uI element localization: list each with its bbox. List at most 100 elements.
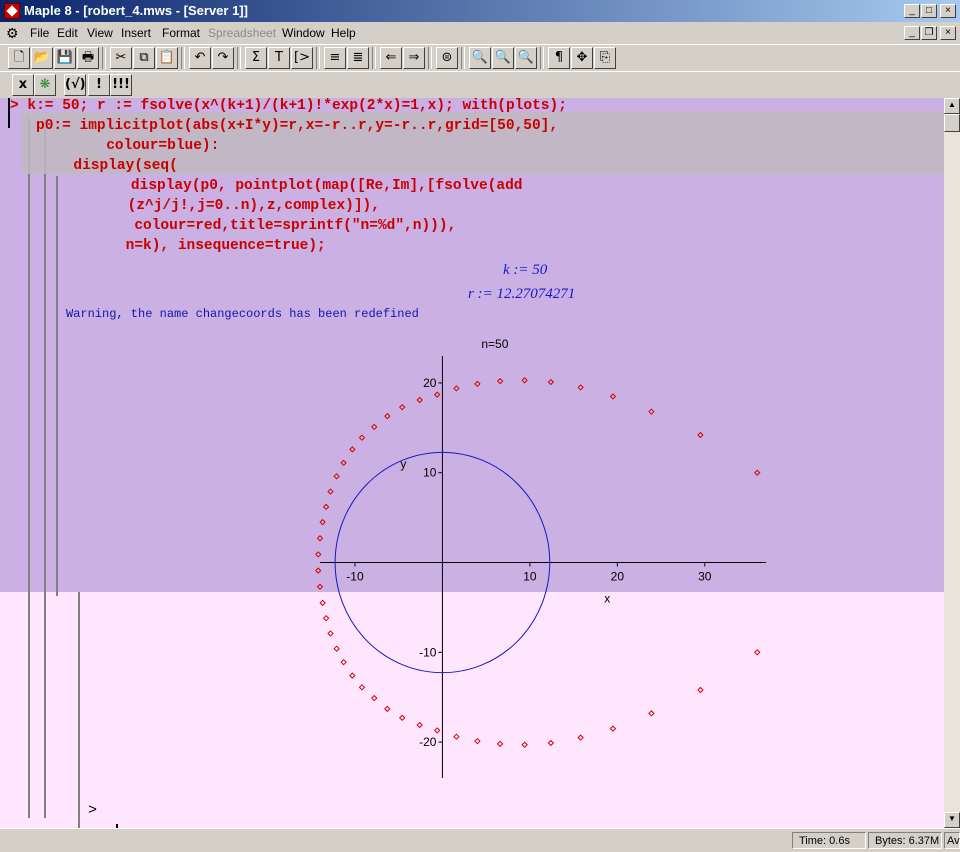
menu-insert[interactable]: Insert [121,26,151,40]
root-point [697,686,704,694]
close-button[interactable]: × [940,4,956,18]
root-point [416,721,423,729]
root-point [648,408,655,415]
title-bar: Maple 8 - [robert_4.mws - [Server 1]] _ … [0,0,960,22]
maple-app-icon[interactable] [4,3,20,19]
y-axis-label: y [400,457,406,471]
input-line-1[interactable]: > k:= 50; r := fsolve(x^(k+1)/(k+1)!*exp… [10,98,567,114]
scroll-up-button[interactable]: ▲ [944,98,960,114]
input-line-7[interactable]: colour=red,title=sprintf("n=%d",n))), [56,218,456,234]
menu-file[interactable]: File [30,26,49,40]
stop-icon[interactable]: ⊜ [436,47,458,69]
root-point [398,403,406,411]
menu-help[interactable]: Help [331,26,356,40]
input-line-8[interactable]: n=k), insequence=true); [56,238,326,254]
sum-icon[interactable]: Σ [245,47,267,69]
group-bracket-outer [28,118,30,818]
doc-minimize-button[interactable]: _ [904,26,920,40]
execute-all-icon[interactable]: !!! [110,74,132,96]
root-point [384,412,391,420]
root-point [319,518,326,526]
maple-leaf-icon[interactable]: ❋ [34,74,56,96]
x-tick-label: 20 [611,570,625,584]
zoom-200-icon[interactable]: 🔍 [515,47,537,69]
prompt-icon[interactable]: [> [291,47,313,69]
expand-icon[interactable]: ✥ [571,47,593,69]
document-icon[interactable]: ⚙ [6,25,22,41]
math-x-icon[interactable]: x [12,74,34,96]
bottom-prompt[interactable]: > [88,802,97,819]
menu-format[interactable]: Format [162,26,200,40]
root-point [453,385,460,392]
maximize-button[interactable]: □ [921,4,937,18]
pilcrow-icon[interactable]: ¶ [548,47,570,69]
x-tick-label: 30 [698,570,712,584]
y-tick-label: 20 [423,376,437,390]
input-line-3[interactable]: colour=blue): [54,138,219,154]
root-point [521,741,528,748]
check-syntax-icon[interactable]: (√) [64,74,86,96]
doc-close-button[interactable]: × [940,26,956,40]
scroll-thumb[interactable] [944,114,960,132]
back-icon[interactable]: ⇐ [380,47,402,69]
root-point [697,431,704,439]
menu-edit[interactable]: Edit [57,26,78,40]
root-point [496,740,504,748]
x-tick-label: 10 [523,570,537,584]
menu-view[interactable]: View [87,26,113,40]
forward-icon[interactable]: ⇒ [403,47,425,69]
text-icon[interactable]: T [268,47,290,69]
outdent-icon[interactable]: ≣ [347,47,369,69]
root-point [315,567,322,574]
restart-icon[interactable]: ⎘ [594,47,616,69]
vertical-scrollbar[interactable]: ▲ ▼ [944,98,960,828]
root-point [371,694,378,702]
redo-icon[interactable]: ↷ [212,47,234,69]
menu-window[interactable]: Window [282,26,325,40]
root-point [474,380,481,388]
scroll-down-button[interactable]: ▼ [944,812,960,828]
group-bracket-lower [78,592,80,828]
toolbar-separator [102,47,106,69]
doc-restore-button[interactable]: ❐ [921,26,937,40]
open-icon[interactable]: 📂 [31,47,53,69]
root-point [322,614,330,622]
input-line-2[interactable]: p0:= implicitplot(abs(x+I*y)=r,x=-r..r,y… [36,118,558,134]
copy-icon[interactable]: ⧉ [133,47,155,69]
root-point [547,739,555,747]
minimize-button[interactable]: _ [904,4,920,18]
input-line-6[interactable]: (z^j/j!,j=0..n),z,complex)]), [58,198,380,214]
root-point [648,710,655,717]
root-point [521,377,528,384]
root-point [333,645,340,652]
save-icon[interactable]: 💾 [54,47,76,69]
execute-icon[interactable]: ! [88,74,110,96]
root-point [433,391,441,398]
toolbar-separator [461,47,465,69]
root-point [577,384,584,391]
status-bytes: Bytes: 6.37M [868,832,942,849]
indent-icon[interactable]: ≡ [324,47,346,69]
new-icon[interactable]: 🗋 [8,47,30,69]
root-point [609,725,617,732]
root-point [349,672,356,679]
input-line-4[interactable]: display(seq( [56,158,177,174]
root-point [371,423,378,431]
y-tick-label: 10 [423,466,437,480]
toolbar-separator [316,47,320,69]
menu-spreadsheet: Spreadsheet [208,26,277,40]
input-line-5[interactable]: display(p0, pointplot(map([Re,Im],[fsolv… [70,178,523,194]
paste-icon[interactable]: 📋 [156,47,178,69]
root-point [319,599,326,607]
zoom-100-icon[interactable]: 🔍 [469,47,491,69]
y-tick-label: -10 [419,645,437,659]
worksheet[interactable]: > k:= 50; r := fsolve(x^(k+1)/(k+1)!*exp… [0,98,960,828]
toolbar-separator [540,47,544,69]
undo-icon[interactable]: ↶ [189,47,211,69]
output-r: r := 12.27074271 [468,286,576,302]
zoom-150-icon[interactable]: 🔍 [492,47,514,69]
cut-icon[interactable]: ✂ [110,47,132,69]
root-point [327,630,334,637]
print-icon[interactable]: 🖶 [77,47,99,69]
plot-area[interactable]: n=50 -10 10 20 30 -20 -10 10 20 x y [300,338,790,808]
